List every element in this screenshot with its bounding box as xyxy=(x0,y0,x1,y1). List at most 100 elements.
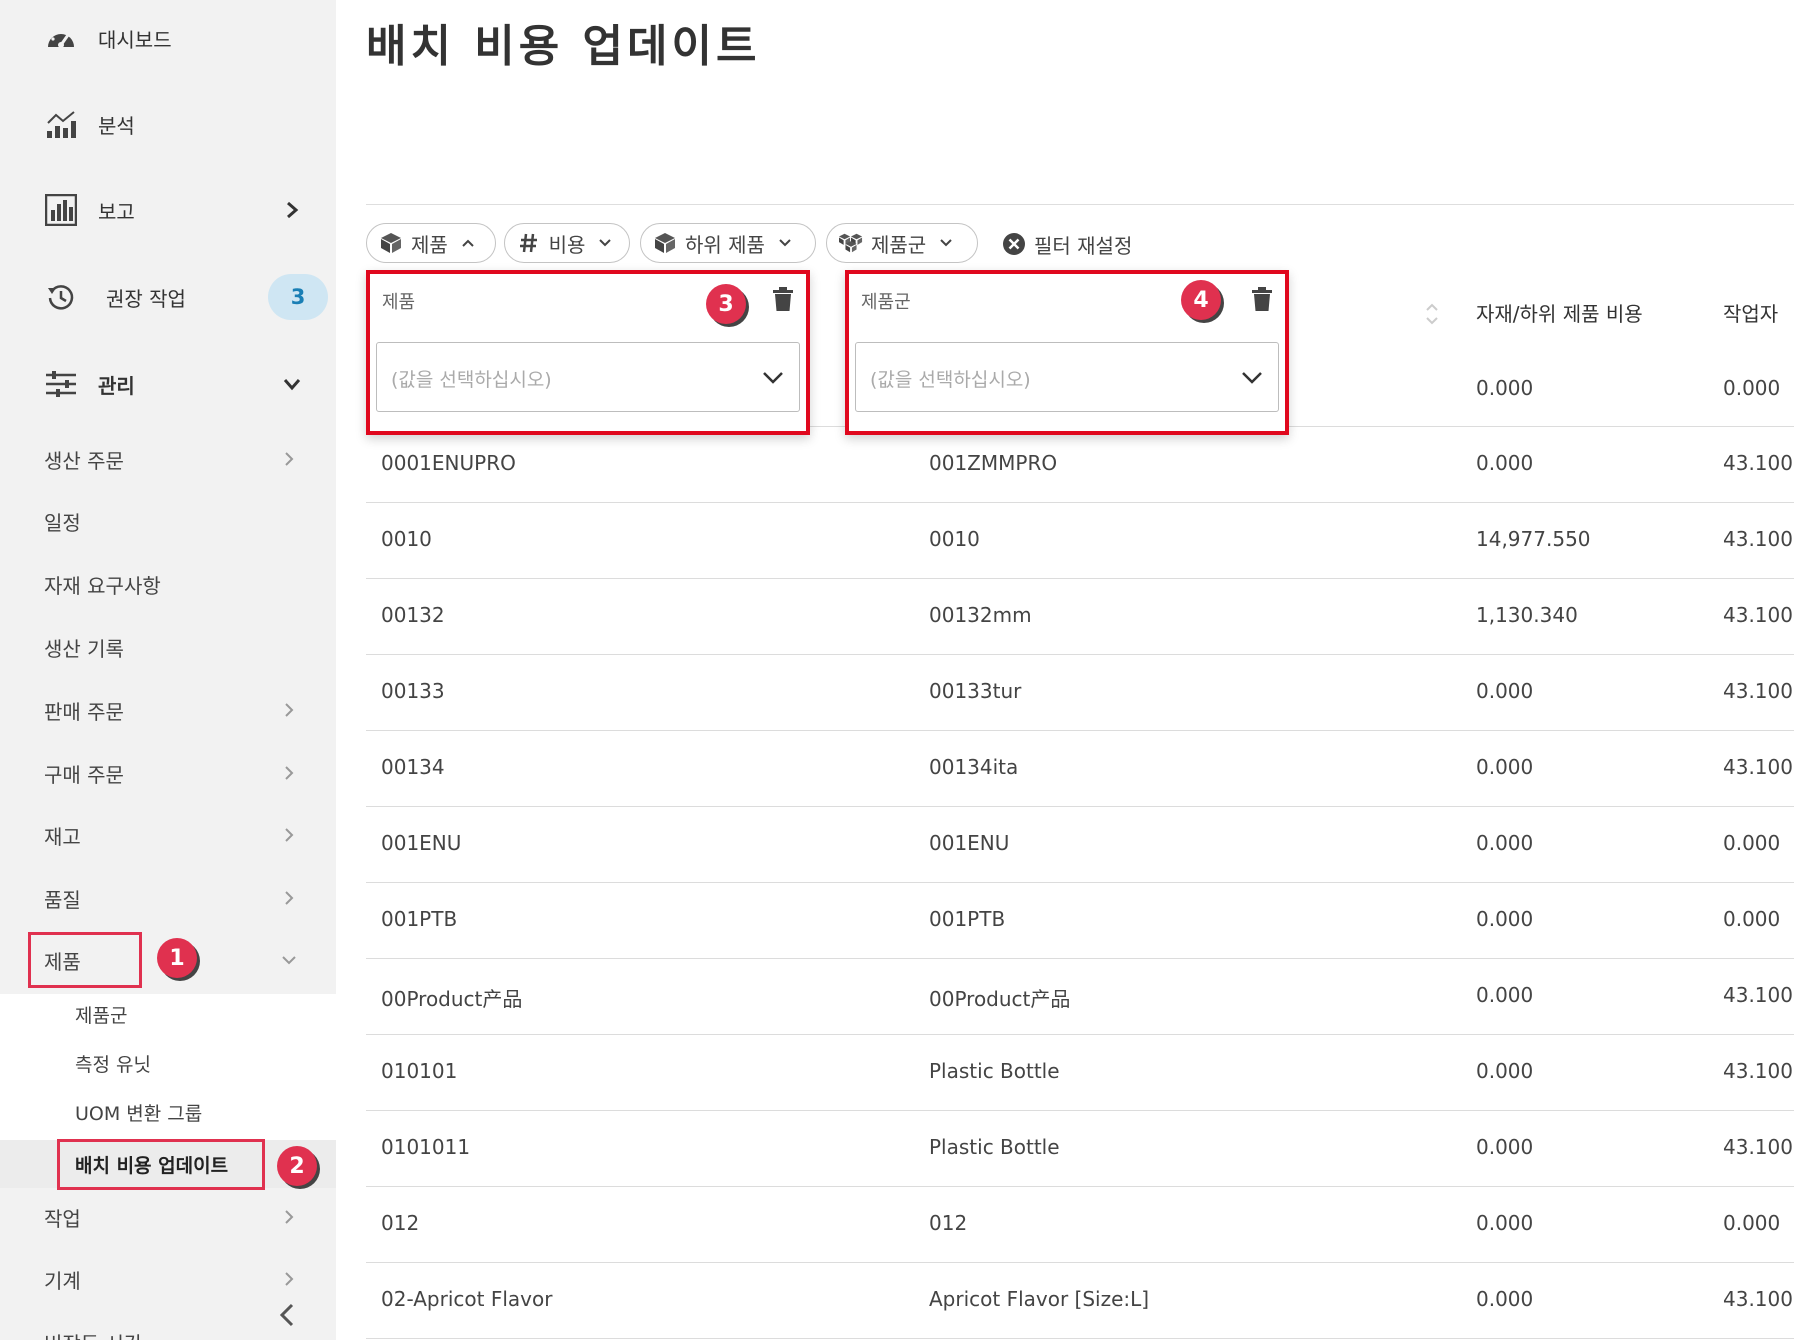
recommended-count-badge: 3 xyxy=(268,274,328,320)
nav-purchase-orders-label: 구매 주문 xyxy=(44,762,124,787)
cell-product-group: 00134ita xyxy=(929,755,1019,779)
cell-product: 00Product产品 xyxy=(381,987,523,1011)
chevron-right-icon xyxy=(280,889,298,907)
chevron-right-icon xyxy=(280,1270,298,1288)
filter-chip-product[interactable]: 제품 xyxy=(366,223,496,263)
chevron-right-icon xyxy=(280,764,298,782)
nav-analysis[interactable]: 분석 xyxy=(0,94,336,154)
cell-material-cost: 14,977.550 xyxy=(1476,527,1591,551)
nav-quality[interactable]: 품질 xyxy=(0,873,336,923)
cell-labor-cost: 43.100 xyxy=(1723,527,1793,551)
nav-machines[interactable]: 기계 xyxy=(0,1254,336,1304)
nav-production-orders-label: 생산 주문 xyxy=(44,448,124,473)
product-value-select[interactable]: (값을 선택하십시오) xyxy=(376,342,800,412)
cube-icon xyxy=(379,231,403,255)
cubes-icon xyxy=(839,231,863,255)
page-title: 배치 비용 업데이트 xyxy=(366,21,761,72)
annotation-marker-2: 2 xyxy=(277,1146,317,1186)
nav-production-orders[interactable]: 생산 주문 xyxy=(0,434,336,484)
cell-product-group: 00133tur xyxy=(929,679,1022,703)
chevron-down-icon xyxy=(1242,372,1262,384)
table-row[interactable]: 001ENU 001ENU 0.000 0.000 xyxy=(366,807,1794,883)
nav-material-requirements[interactable]: 자재 요구사항 xyxy=(0,559,336,609)
nav-purchase-orders[interactable]: 구매 주문 xyxy=(0,748,336,798)
nav-analysis-label: 분석 xyxy=(98,113,135,138)
cell-product: 012 xyxy=(381,1211,420,1235)
cell-material-cost: 0.000 xyxy=(1476,1287,1534,1311)
column-header-labor[interactable]: 작업자 xyxy=(1723,298,1778,327)
cell-material-cost: 0.000 xyxy=(1476,679,1534,703)
trash-icon[interactable] xyxy=(772,286,794,312)
cell-product: 001ENU xyxy=(381,831,462,855)
cell-product-group: 00132mm xyxy=(929,603,1032,627)
annotation-marker-4: 4 xyxy=(1181,280,1221,320)
nav-recommended-label: 권장 작업 xyxy=(106,286,186,311)
table-row[interactable]: 001PTB 001PTB 0.000 0.000 xyxy=(366,883,1794,959)
filter-reset-button[interactable]: 필터 재설정 xyxy=(1002,226,1132,262)
filter-chip-cost-label: 비용 xyxy=(548,232,586,257)
nav-management[interactable]: 관리 xyxy=(0,354,336,414)
chevron-down-icon xyxy=(773,231,797,255)
chevron-right-icon xyxy=(280,701,298,719)
nav-dashboard-label: 대시보드 xyxy=(98,27,172,52)
sliders-icon xyxy=(44,367,78,401)
cell-product-group: Apricot Flavor [Size:L] xyxy=(929,1287,1150,1311)
table-row[interactable]: 00Product产品 00Product产品 0.000 43.100 xyxy=(366,959,1794,1035)
nav-production-records[interactable]: 생산 기록 xyxy=(0,622,336,672)
nav-inventory[interactable]: 재고 xyxy=(0,810,336,860)
collapse-sidebar-button[interactable] xyxy=(272,1300,302,1330)
table-row[interactable]: 0101011 Plastic Bottle 0.000 43.100 xyxy=(366,1111,1794,1187)
table-row[interactable]: 010101 Plastic Bottle 0.000 43.100 xyxy=(366,1035,1794,1111)
product-group-value-select[interactable]: (값을 선택하십시오) xyxy=(855,342,1279,412)
cell-material-cost: 0.000 xyxy=(1476,755,1534,779)
filter-reset-label: 필터 재설정 xyxy=(1034,233,1133,258)
filter-chip-cost[interactable]: 비용 xyxy=(504,223,630,263)
table-row[interactable]: 00132 00132mm 1,130.340 43.100 xyxy=(366,579,1794,655)
cell-product-group: 012 xyxy=(929,1211,968,1235)
table-row[interactable]: 00134 00134ita 0.000 43.100 xyxy=(366,731,1794,807)
product-select-placeholder: (값을 선택하십시오) xyxy=(391,369,552,391)
nav-product-groups[interactable]: 제품군 xyxy=(0,992,336,1036)
sort-icon[interactable] xyxy=(1424,300,1440,328)
nav-material-requirements-label: 자재 요구사항 xyxy=(44,573,161,598)
cell-labor-cost: 0.000 xyxy=(1723,907,1781,931)
cell-material-cost: 1,130.340 xyxy=(1476,603,1578,627)
column-header-material-cost[interactable]: 자재/하위 제품 비용 xyxy=(1476,298,1643,327)
hash-icon xyxy=(517,231,541,255)
trash-icon[interactable] xyxy=(1251,286,1273,312)
cell-product: 0101011 xyxy=(381,1135,471,1159)
cell-product-group: 001ZMMPRO xyxy=(929,451,1058,475)
table-row[interactable]: 0010 0010 14,977.550 43.100 xyxy=(366,503,1794,579)
speedometer-icon xyxy=(44,21,78,55)
chevron-down-icon xyxy=(280,951,298,969)
nav-report[interactable]: 보고 xyxy=(0,180,336,240)
cell-product: 00134 xyxy=(381,755,445,779)
nav-recommended-tasks[interactable]: 권장 작업 3 xyxy=(0,267,336,327)
table-row[interactable]: 0001ENUPRO 001ZMMPRO 0.000 43.100 xyxy=(366,427,1794,503)
nav-dashboard[interactable]: 대시보드 xyxy=(0,8,336,68)
table-row[interactable]: 02-Apricot Flavor Apricot Flavor [Size:L… xyxy=(366,1263,1794,1339)
table-row[interactable]: 00133 00133tur 0.000 43.100 xyxy=(366,655,1794,731)
nav-schedule[interactable]: 일정 xyxy=(0,496,336,546)
chevron-right-icon xyxy=(280,450,298,468)
filter-panel-product-group: 제품군 (값을 선택하십시오) xyxy=(845,270,1289,435)
nav-uom-conversion-groups[interactable]: UOM 변환 그룹 xyxy=(0,1090,336,1134)
nav-units-of-measure[interactable]: 측정 유닛 xyxy=(0,1041,336,1085)
filter-chip-subproduct[interactable]: 하위 제품 xyxy=(640,223,816,263)
chevron-left-icon xyxy=(279,1303,294,1327)
filter-panel-product-title: 제품 xyxy=(382,292,416,313)
cell-product: 0001ENUPRO xyxy=(381,451,516,475)
cell-product-group: 001ENU xyxy=(929,831,1010,855)
cell-labor-cost: 0.000 xyxy=(1723,376,1781,400)
filter-panel-product-group-title: 제품군 xyxy=(861,292,911,313)
nav-sales-orders[interactable]: 판매 주문 xyxy=(0,685,336,735)
cell-material-cost: 0.000 xyxy=(1476,1135,1534,1159)
chevron-right-icon xyxy=(280,1208,298,1226)
chevron-up-icon xyxy=(456,231,480,255)
nav-machines-label: 기계 xyxy=(44,1268,81,1293)
cell-product: 02-Apricot Flavor xyxy=(381,1287,553,1311)
filter-chip-product-group[interactable]: 제품군 xyxy=(826,223,978,263)
cell-product-group: Plastic Bottle xyxy=(929,1135,1060,1159)
nav-operations[interactable]: 작업 xyxy=(0,1192,336,1242)
table-row[interactable]: 012 012 0.000 0.000 xyxy=(366,1187,1794,1263)
